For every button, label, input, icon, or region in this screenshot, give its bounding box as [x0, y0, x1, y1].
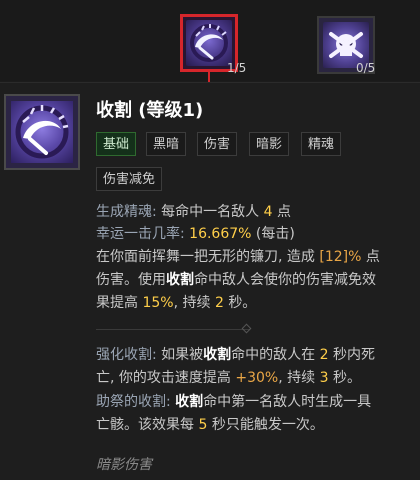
slot-rank: 1/5	[227, 61, 247, 75]
skill-slot-reap[interactable]: 1/5	[180, 14, 246, 75]
tag-basic: 基础	[96, 132, 137, 156]
tag-shadow: 暗影	[249, 132, 290, 156]
description-line-2: 伤害。使用收割命中敌人会使你的伤害减免效	[96, 272, 376, 288]
skill-title: 收割 (等级1)	[96, 100, 204, 121]
reap-scythe-icon	[11, 101, 73, 163]
skill-tree-bar: 1/5 0/5	[0, 0, 420, 84]
slot-rank: 0/5	[356, 61, 376, 75]
skill-slot-upgrade[interactable]: 0/5	[317, 16, 376, 75]
tag-damage-reduction: 伤害减免	[96, 167, 163, 191]
acolyte-reap-line-2: 亡骸。该效果每 5 秒只能触发一次。	[96, 417, 324, 433]
damage-type: 暗影伤害	[96, 457, 152, 473]
description-line-3: 果提高 15%, 持续 2 秒。	[96, 295, 257, 311]
essence-line: 生成精魂: 每命中一名敌人 4 点	[96, 204, 291, 220]
tag-damage: 伤害	[197, 132, 238, 156]
acolyte-reap-line-1: 助祭的收割: 收割命中第一名敌人时生成一具	[96, 394, 372, 410]
reap-scythe-icon	[186, 20, 232, 66]
tag-essence: 精魂	[301, 132, 342, 156]
skill-icon	[4, 94, 80, 170]
lucky-hit-line: 幸运一击几率: 16.667% (每击)	[96, 226, 295, 242]
tag-darkness: 黑暗	[146, 132, 187, 156]
enhanced-reap-line-2: 亡, 你的攻击速度提高 +30%, 持续 3 秒。	[96, 370, 361, 386]
description-line-1: 在你面前挥舞一把无形的镰刀, 造成 [12]% 点	[96, 249, 380, 265]
enhanced-reap-line-1: 强化收割: 如果被收割命中的敌人在 2 秒内死	[96, 347, 375, 363]
section-divider	[96, 329, 250, 330]
